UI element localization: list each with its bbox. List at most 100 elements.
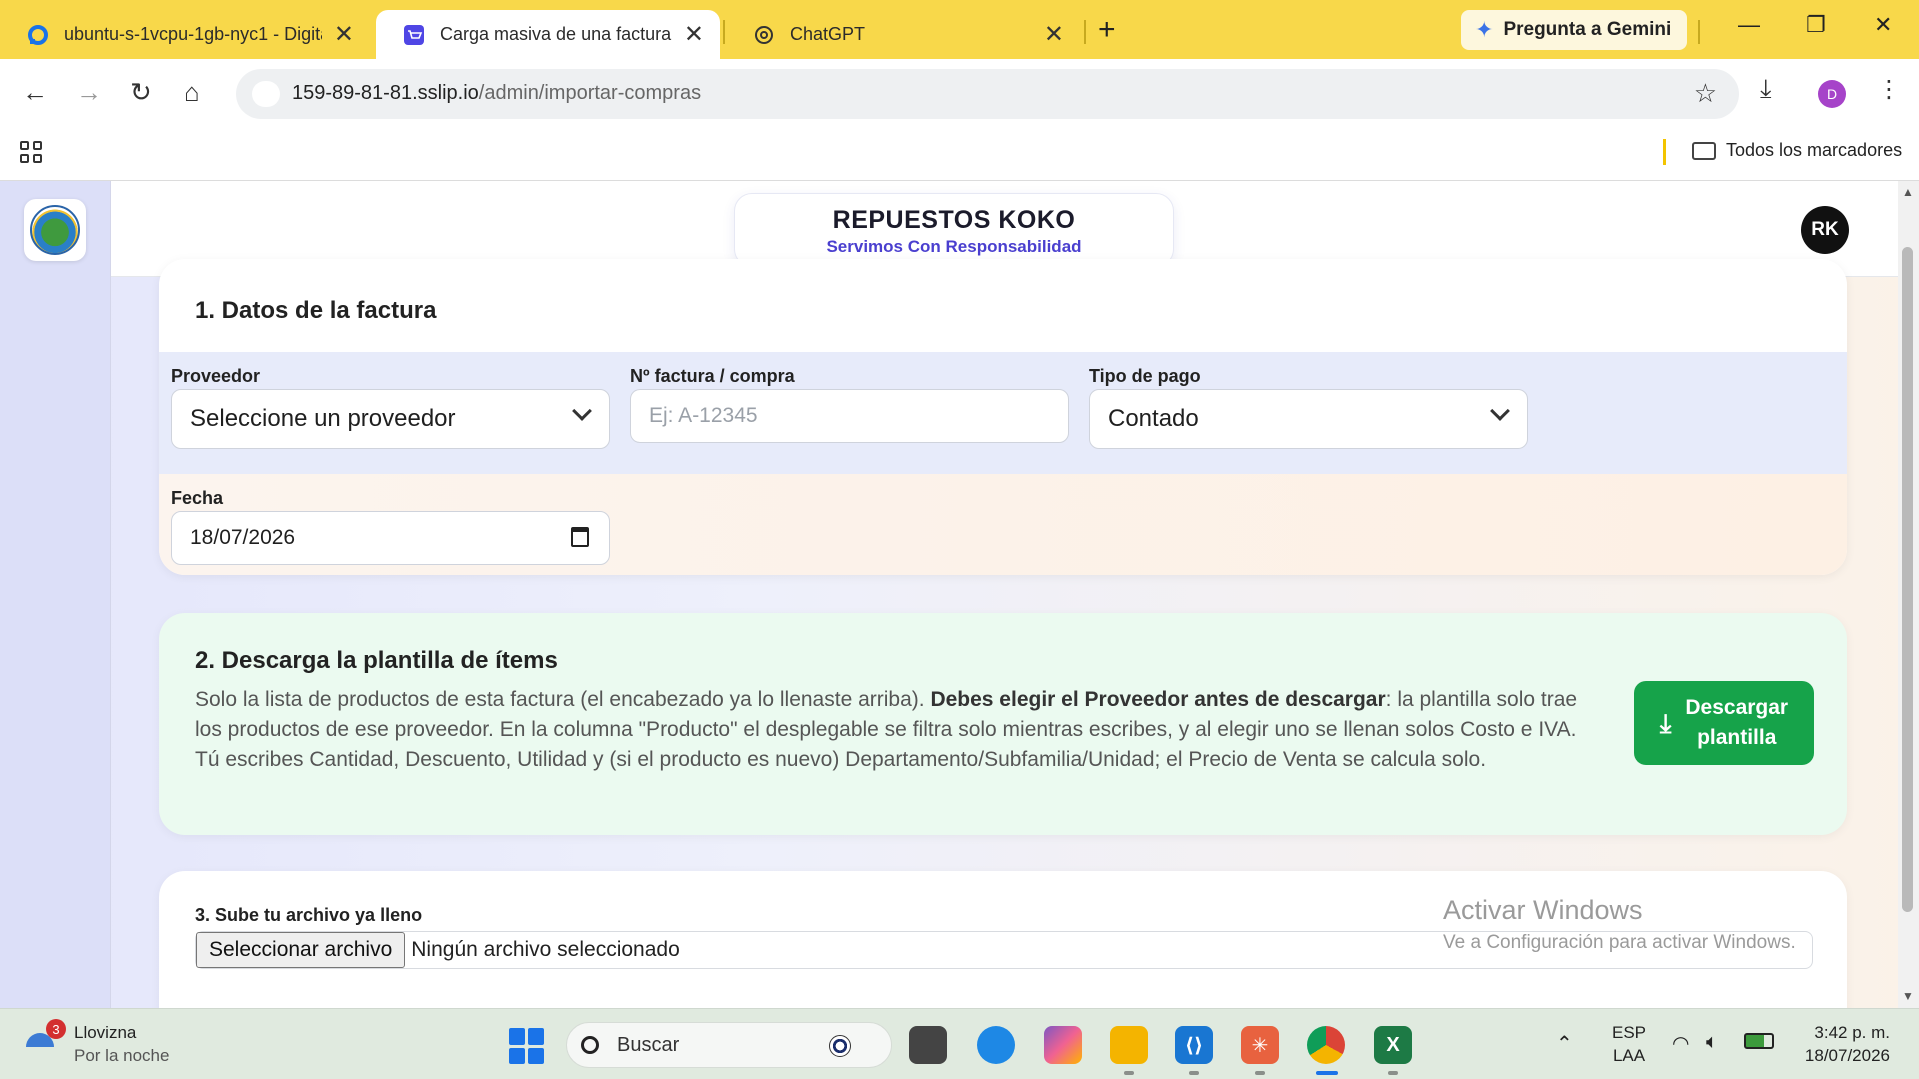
gemini-label: Pregunta a Gemini: [1503, 19, 1672, 40]
select-file-button[interactable]: Seleccionar archivo: [196, 932, 406, 968]
clock-time: 3:42 p. m.: [1814, 1023, 1890, 1042]
windows-start-icon[interactable]: [509, 1028, 545, 1064]
edge-icon[interactable]: [977, 1026, 1015, 1064]
weather-widget[interactable]: 3 Llovizna Por la noche: [24, 1019, 169, 1067]
tab-digitalocean[interactable]: ubuntu-s-1vcpu-1gb-nyc1 - DigitalOcean ✕: [0, 10, 370, 59]
download-label-line1: Descargar: [1685, 696, 1789, 719]
chevron-up-icon[interactable]: ⌃: [1556, 1031, 1573, 1056]
instructions-emphasis: Debes elegir el Proveedor antes de desca…: [930, 688, 1386, 711]
watermark-title: Activar Windows: [1443, 895, 1643, 925]
apps-grid-icon[interactable]: [20, 141, 42, 163]
fecha-input[interactable]: 18/07/2026: [171, 511, 610, 565]
weather-badge: 3: [46, 1019, 66, 1039]
tipo-pago-select[interactable]: Contado: [1089, 389, 1528, 449]
clock-date: 18/07/2026: [1804, 1046, 1890, 1065]
site-settings-icon[interactable]: [252, 81, 280, 107]
upload-label: 3. Sube tu archivo ya lleno: [195, 905, 423, 925]
company-logo[interactable]: [24, 199, 86, 261]
factura-placeholder: Ej: A-12345: [649, 404, 758, 427]
user-avatar[interactable]: RK: [1801, 206, 1849, 254]
file-explorer-icon[interactable]: [1110, 1026, 1148, 1064]
scrollbar-thumb[interactable]: [1902, 247, 1913, 912]
vscode-icon[interactable]: ⟨⟩: [1175, 1026, 1213, 1064]
brand-name: REPUESTOS KOKO: [832, 206, 1076, 234]
download-template-button[interactable]: ⤓ Descargar plantilla: [1634, 681, 1814, 765]
gemini-button[interactable]: ✦ Pregunta a Gemini: [1461, 10, 1687, 50]
all-bookmarks-label: Todos los marcadores: [1726, 140, 1903, 160]
close-tab-icon[interactable]: ✕: [1044, 20, 1064, 49]
running-indicator: [1124, 1071, 1134, 1075]
fecha-value: 18/07/2026: [190, 526, 296, 549]
windows-taskbar: 3 Llovizna Por la noche Buscar ⟨⟩ ✳ X ⌃ …: [0, 1008, 1919, 1079]
chatgpt-icon: [752, 23, 776, 47]
close-tab-icon[interactable]: ✕: [684, 20, 704, 49]
language-code: ESP: [1612, 1023, 1647, 1042]
excel-icon[interactable]: X: [1374, 1026, 1412, 1064]
folder-icon: [1692, 141, 1716, 160]
minimize-button[interactable]: —: [1738, 12, 1760, 38]
section-title: 1. Datos de la factura: [195, 297, 437, 324]
back-button[interactable]: ←: [22, 77, 48, 108]
reload-button[interactable]: ↻: [130, 77, 152, 108]
watermark-subtitle: Ve a Configuración para activar Windows.: [1443, 932, 1796, 953]
system-clock[interactable]: 3:42 p. m. 18/07/2026: [1790, 1021, 1890, 1067]
close-tab-icon[interactable]: ✕: [334, 20, 354, 49]
fecha-label: Fecha: [171, 488, 224, 508]
browser-tab-strip: ubuntu-s-1vcpu-1gb-nyc1 - DigitalOcean ✕…: [0, 0, 1919, 59]
tab-title: Carga masiva de una factura de compra: [440, 24, 672, 44]
url-text: 159-89-81-81.sslip.io/admin/importar-com…: [292, 82, 701, 105]
all-bookmarks-button[interactable]: Todos los marcadores: [1692, 140, 1902, 161]
scroll-up-icon[interactable]: ▲: [1902, 185, 1914, 199]
wifi-icon[interactable]: ◠: [1672, 1031, 1689, 1056]
page-scrollbar[interactable]: ▲ ▼: [1898, 181, 1919, 1008]
address-bar[interactable]: 159-89-81-81.sslip.io/admin/importar-com…: [236, 69, 1739, 119]
home-button[interactable]: ⌂: [184, 77, 200, 108]
downloads-icon[interactable]: ⤓: [1760, 73, 1772, 105]
weather-title: Llovizna: [74, 1023, 137, 1042]
new-tab-button[interactable]: +: [1098, 14, 1116, 46]
file-status: Ningún archivo seleccionado: [411, 938, 680, 961]
taskbar-search[interactable]: Buscar: [566, 1022, 892, 1068]
proveedor-value: Seleccione un proveedor: [190, 405, 456, 432]
task-view-icon[interactable]: [909, 1026, 947, 1064]
sidebar: [0, 181, 111, 1008]
tab-divider: [1084, 20, 1086, 44]
search-label: Buscar: [617, 1033, 680, 1056]
tab-title: ChatGPT: [790, 24, 866, 44]
claude-icon[interactable]: ✳: [1241, 1026, 1279, 1064]
forward-button[interactable]: →: [76, 77, 102, 108]
profile-avatar[interactable]: D: [1818, 80, 1846, 108]
volume-icon[interactable]: 🔈︎: [1706, 1031, 1718, 1054]
tab-carga-masiva[interactable]: Carga masiva de una factura de compra ✕: [376, 10, 720, 59]
umbrella-icon: 3: [24, 1019, 66, 1061]
download-icon: ⤓: [1659, 708, 1672, 738]
proveedor-select[interactable]: Seleccione un proveedor: [171, 389, 610, 449]
chrome-icon[interactable]: [1307, 1026, 1345, 1064]
battery-icon[interactable]: [1744, 1033, 1774, 1049]
close-window-button[interactable]: ✕: [1874, 12, 1892, 38]
factura-input[interactable]: Ej: A-12345: [630, 389, 1069, 443]
tab-chatgpt[interactable]: ChatGPT ✕: [726, 10, 1080, 59]
scroll-down-icon[interactable]: ▼: [1902, 989, 1914, 1003]
cart-icon: [402, 23, 426, 47]
calendar-icon[interactable]: [571, 527, 589, 547]
tipo-pago-label: Tipo de pago: [1089, 366, 1201, 386]
section-title: 2. Descarga la plantilla de ítems: [195, 647, 558, 674]
input-language[interactable]: ESP LAA: [1612, 1021, 1646, 1067]
search-icon: [581, 1036, 599, 1054]
restore-button[interactable]: ❐: [1806, 12, 1826, 38]
bookmark-star-icon[interactable]: ☆: [1694, 78, 1717, 109]
page-viewport: REPUESTOS KOKO Servimos Con Responsabili…: [0, 181, 1919, 1008]
tab-divider: [723, 20, 725, 44]
running-indicator: [1189, 1071, 1199, 1075]
gemini-icon: ✦: [1475, 17, 1494, 42]
browser-menu-icon[interactable]: ⋮: [1877, 75, 1901, 104]
download-label-line2: plantilla: [1697, 726, 1777, 749]
logo-emblem-icon: [30, 205, 80, 255]
browser-toolbar: ← → ↻ ⌂ 159-89-81-81.sslip.io/admin/impo…: [0, 59, 1919, 131]
copilot-icon[interactable]: [1044, 1026, 1082, 1064]
factura-label: Nº factura / compra: [630, 366, 795, 386]
chevron-down-icon: [1490, 401, 1510, 421]
active-indicator: [1316, 1071, 1338, 1075]
keyboard-layout: LAA: [1612, 1046, 1646, 1065]
